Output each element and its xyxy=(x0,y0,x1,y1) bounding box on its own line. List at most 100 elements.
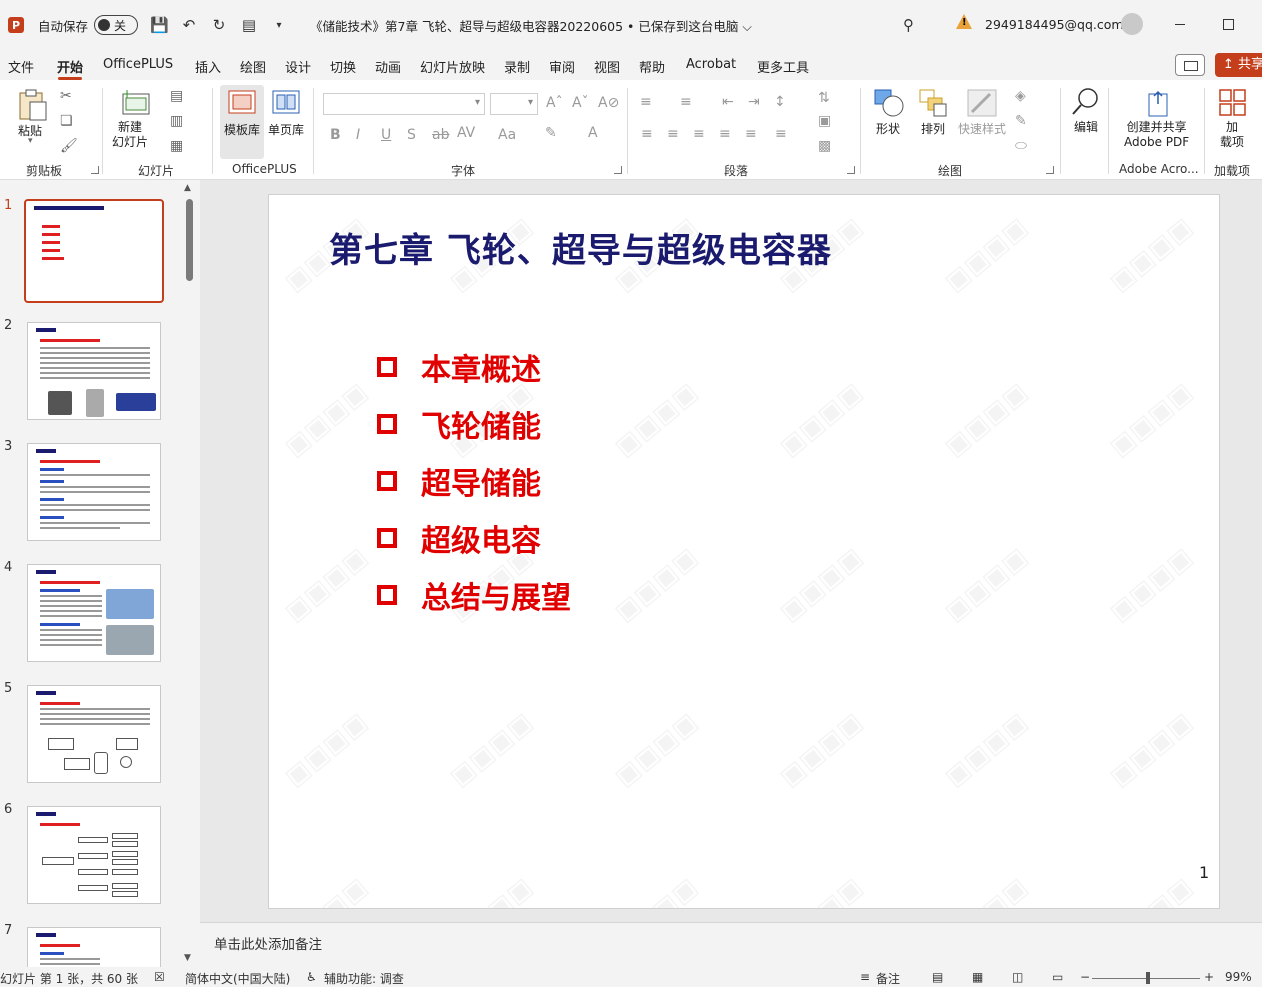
warning-icon[interactable]: ! xyxy=(956,14,972,29)
bullet-item[interactable]: 飞轮储能 xyxy=(377,404,541,445)
slide-thumbnail-7[interactable] xyxy=(27,927,161,967)
drawing-launcher-icon[interactable] xyxy=(1046,166,1054,174)
numbering-icon[interactable]: ≡ xyxy=(680,94,692,110)
new-slide-label[interactable]: 新建 幻灯片 xyxy=(112,120,148,150)
comments-button[interactable] xyxy=(1175,54,1205,76)
accessibility-label[interactable]: 辅助功能: 调查 xyxy=(324,970,404,987)
quick-styles-icon[interactable] xyxy=(966,88,998,118)
shape-outline-icon[interactable]: ✎ xyxy=(1015,113,1027,129)
tab-review[interactable]: 审阅 xyxy=(549,57,575,76)
redo-icon[interactable]: ↻ xyxy=(210,16,228,34)
scrollbar-thumb[interactable] xyxy=(186,199,193,281)
quick-styles-label[interactable]: 快速样式 xyxy=(958,120,1006,137)
zoom-in-icon[interactable]: + xyxy=(1204,970,1214,984)
align-center-icon[interactable]: ≡ xyxy=(667,126,679,142)
avatar[interactable] xyxy=(1121,13,1143,35)
notes-pane[interactable]: 单击此处添加备注 xyxy=(200,922,1262,967)
tab-design[interactable]: 设计 xyxy=(285,57,311,76)
align-right-icon[interactable]: ≡ xyxy=(693,126,705,142)
decrease-font-icon[interactable]: Aˇ xyxy=(572,95,589,111)
tab-transitions[interactable]: 切换 xyxy=(330,57,356,76)
slide-thumbnail-5[interactable] xyxy=(27,685,161,783)
tab-more-tools[interactable]: 更多工具 xyxy=(757,57,809,76)
copy-icon[interactable]: ❏ xyxy=(60,113,73,129)
editing-label[interactable]: 编辑 xyxy=(1074,118,1098,135)
tab-home[interactable]: 开始 xyxy=(57,57,83,76)
spellcheck-icon[interactable]: ☒ xyxy=(154,970,165,984)
font-launcher-icon[interactable] xyxy=(614,166,622,174)
slide-thumbnail-2[interactable] xyxy=(27,322,161,420)
italic-icon[interactable]: I xyxy=(356,127,360,143)
zoom-out-icon[interactable]: − xyxy=(1080,970,1090,984)
notes-toggle-label[interactable]: 备注 xyxy=(876,970,900,987)
slide-thumbnail-3[interactable] xyxy=(27,443,161,541)
slide-title[interactable]: 第七章 飞轮、超导与超级电容器 xyxy=(329,223,832,272)
bullet-item[interactable]: 本章概述 xyxy=(377,347,541,388)
adobe-pdf-icon[interactable] xyxy=(1145,88,1173,118)
reading-view-icon[interactable]: ◫ xyxy=(1012,970,1023,984)
zoom-slider-handle[interactable] xyxy=(1146,972,1150,984)
slide-sorter-icon[interactable]: ▦ xyxy=(972,970,983,984)
reset-icon[interactable]: ▥ xyxy=(170,113,183,129)
shapes-label[interactable]: 形状 xyxy=(876,120,900,137)
bullet-item[interactable]: 总结与展望 xyxy=(377,575,571,616)
slide-thumbnail-1[interactable] xyxy=(24,199,164,303)
distribute-icon[interactable]: ≡ xyxy=(745,126,757,142)
change-case-icon[interactable]: Aa xyxy=(498,127,516,143)
bullet-item[interactable]: 超级电容 xyxy=(377,518,541,559)
current-slide[interactable]: ▣▣▣▣ ▣▣▣▣ ▣▣▣▣ ▣▣▣▣ ▣▣▣▣ ▣▣▣▣ ▣▣▣▣ ▣▣▣▣ ▣▣▣▣ ▣▣▣▣… xyxy=(268,194,1220,909)
arrange-icon[interactable] xyxy=(918,88,948,118)
tab-view[interactable]: 视图 xyxy=(594,57,620,76)
slide-thumbnail-6[interactable] xyxy=(27,806,161,904)
font-size-field[interactable]: ▾ xyxy=(490,93,538,115)
line-spacing-icon[interactable]: ↕ xyxy=(774,94,786,110)
notes-icon[interactable]: ≡ xyxy=(860,970,870,984)
section-icon[interactable]: ▦ xyxy=(170,138,183,154)
char-spacing-icon[interactable]: AV xyxy=(457,125,475,141)
accessibility-icon[interactable]: ♿ xyxy=(306,970,317,984)
decrease-indent-icon[interactable]: ⇤ xyxy=(722,94,734,110)
columns-icon[interactable]: ≡ xyxy=(775,126,787,142)
template-library-label[interactable]: 模板库 xyxy=(224,121,260,138)
tab-insert[interactable]: 插入 xyxy=(195,57,221,76)
bold-icon[interactable]: B xyxy=(330,127,341,143)
maximize-icon[interactable] xyxy=(1223,19,1234,30)
template-library-icon[interactable] xyxy=(227,89,257,115)
save-icon[interactable]: 💾 xyxy=(150,16,169,34)
justify-icon[interactable]: ≡ xyxy=(719,126,731,142)
single-page-library-icon[interactable] xyxy=(271,89,301,115)
align-left-icon[interactable]: ≡ xyxy=(641,126,653,142)
thumbnail-scrollbar[interactable] xyxy=(183,180,197,967)
tab-record[interactable]: 录制 xyxy=(504,57,530,76)
tab-officeplus[interactable]: OfficePLUS xyxy=(103,57,173,72)
notes-placeholder[interactable]: 单击此处添加备注 xyxy=(214,933,322,953)
zoom-percentage[interactable]: 99% xyxy=(1225,970,1252,984)
arrange-label[interactable]: 排列 xyxy=(921,120,945,137)
tab-draw[interactable]: 绘图 xyxy=(240,57,266,76)
bullets-icon[interactable]: ≡ xyxy=(640,94,652,110)
tab-slideshow[interactable]: 幻灯片放映 xyxy=(420,57,485,76)
tab-help[interactable]: 帮助 xyxy=(639,57,665,76)
new-slide-icon[interactable]: + xyxy=(120,88,152,118)
shape-fill-icon[interactable]: ◈ xyxy=(1015,88,1026,104)
addins-label[interactable]: 加 载项 xyxy=(1220,120,1244,150)
underline-icon[interactable]: U xyxy=(381,127,391,143)
text-direction-icon[interactable]: ⇅ xyxy=(818,90,830,106)
scroll-up-icon[interactable]: ▲ xyxy=(184,183,191,193)
present-from-start-icon[interactable]: ▤ xyxy=(240,16,258,34)
shape-effects-icon[interactable]: ⬭ xyxy=(1015,138,1027,154)
undo-icon[interactable]: ↶ xyxy=(180,16,198,34)
smartart-icon[interactable]: ▩ xyxy=(818,138,831,154)
bullet-item[interactable]: 超导储能 xyxy=(377,461,541,502)
addins-icon[interactable] xyxy=(1218,88,1248,118)
share-button[interactable]: ↥ 共享 xyxy=(1215,53,1262,77)
language-label[interactable]: 简体中文(中国大陆) xyxy=(185,970,290,987)
tab-acrobat[interactable]: Acrobat xyxy=(686,57,736,72)
create-share-pdf-label[interactable]: 创建并共享 Adobe PDF xyxy=(1124,120,1189,150)
highlight-icon[interactable]: ✎ xyxy=(545,125,557,141)
slide-thumbnail-4[interactable] xyxy=(27,564,161,662)
search-icon[interactable]: ⚲ xyxy=(903,16,914,34)
find-icon[interactable] xyxy=(1070,86,1102,118)
font-name-field[interactable]: ▾ xyxy=(323,93,485,115)
shapes-icon[interactable] xyxy=(873,88,905,118)
